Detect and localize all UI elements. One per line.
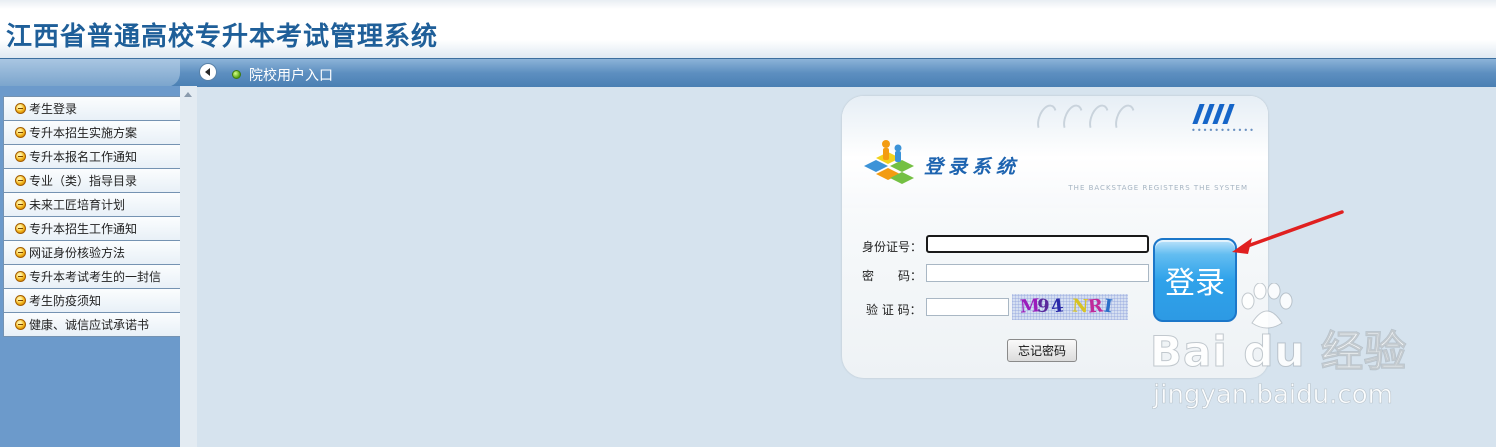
sidebar-scrollbar[interactable] [180,86,197,447]
bullet-icon [15,223,26,234]
bullet-icon [15,271,26,282]
top-nav-bar: 院校用户入口 [0,58,1496,87]
password-input[interactable] [926,264,1149,282]
sidebar-item-integrity-pledge[interactable]: 健康、诚信应试承诺书 [3,313,180,337]
sidebar-item-admission-plan[interactable]: 专升本招生实施方案 [3,121,180,145]
chevron-left-icon [205,68,210,76]
app-title: 江西省普通高校专升本考试管理系统 [6,22,439,52]
scroll-up-arrow-icon[interactable] [184,92,192,97]
bullet-icon [15,319,26,330]
bullet-icon [15,127,26,138]
sidebar-item-epidemic-notice[interactable]: 考生防疫须知 [3,289,180,313]
baidu-jingyan-watermark: Bai du 经验 [1150,327,1407,377]
sidebar-menu: 考生登录 专升本招生实施方案 专升本报名工作通知 专业（类）指导目录 未来工匠培… [3,96,180,337]
sidebar-item-craftsman-plan[interactable]: 未来工匠培育计划 [3,193,180,217]
id-number-label: 身份证号： [862,240,923,254]
login-button[interactable]: 登录 [1153,238,1237,322]
captcha-label: 验 证 码： [866,303,922,317]
login-panel-header: ••••••••••• 登录系统 THE BACKSTAGE REGISTERS… [842,96,1268,208]
sidebar-item-admission-notice[interactable]: 专升本招生工作通知 [3,217,180,241]
sidebar-item-label: 专业（类）指导目录 [29,174,138,188]
sidebar-item-candidate-login[interactable]: 考生登录 [3,97,180,121]
sidebar-item-label: 网证身份核验方法 [29,246,126,260]
sidebar-item-label: 未来工匠培育计划 [29,198,126,212]
sidebar-item-label: 专升本报名工作通知 [29,150,138,164]
login-panel-title: 登录系统 [924,156,1021,178]
sidebar-item-label: 专升本招生工作通知 [29,222,138,236]
sidebar-item-identity-verification[interactable]: 网证身份核验方法 [3,241,180,265]
red-annotation-arrow-icon [1232,210,1344,254]
login-logo-icon [864,140,914,184]
sidebar-item-label: 专升本考试考生的一封信 [29,270,162,284]
collapse-sidebar-button[interactable] [199,63,217,81]
captcha-char: I [1102,295,1114,318]
captcha-char: 9 [1036,295,1051,318]
captcha-input[interactable] [926,298,1009,316]
dots-decoration: ••••••••••• [1191,126,1255,135]
sidebar-item-major-catalog[interactable]: 专业（类）指导目录 [3,169,180,193]
captcha-char: 4 [1049,295,1065,318]
bullet-icon [15,103,26,114]
sidebar-item-label: 健康、诚信应试承诺书 [29,318,150,332]
id-number-input[interactable] [926,235,1149,253]
sidebar-item-label: 考生登录 [29,102,78,116]
nav-bar-left-shade [0,59,180,87]
sidebar-item-letter-to-candidates[interactable]: 专升本考试考生的一封信 [3,265,180,289]
watermark-url: jingyan.baidu.com [1153,380,1394,411]
sidebar-item-label: 考生防疫须知 [29,294,102,308]
sidebar-item-registration-notice[interactable]: 专升本报名工作通知 [3,145,180,169]
bullet-icon [15,151,26,162]
green-dot-icon [232,70,241,79]
forgot-password-button[interactable]: 忘记密码 [1007,339,1077,362]
bullet-icon [15,247,26,258]
sidebar-item-label: 专升本招生实施方案 [29,126,138,140]
stripes-decoration [1192,104,1236,124]
bullet-icon [15,295,26,306]
password-label: 密 码： [862,269,923,283]
bullet-icon [15,199,26,210]
login-panel-subtitle: THE BACKSTAGE REGISTERS THE SYSTEM [1068,184,1248,192]
bullet-icon [15,175,26,186]
captcha-image[interactable]: M 9 4 N R I [1012,294,1128,320]
institution-login-link[interactable]: 院校用户入口 [249,65,333,85]
captcha-char: R [1087,295,1104,318]
app-header: 江西省普通高校专升本考试管理系统 [0,0,1496,58]
